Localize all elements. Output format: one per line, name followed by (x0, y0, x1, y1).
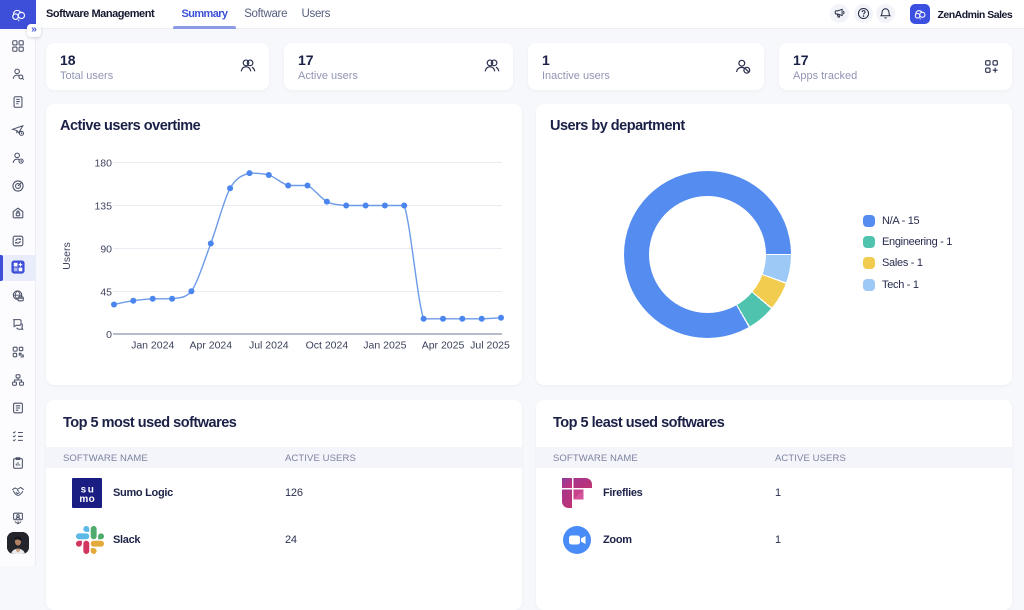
svg-text:Users: Users (61, 242, 73, 269)
svg-text:0: 0 (106, 329, 112, 341)
svg-text:Oct 2024: Oct 2024 (306, 340, 349, 352)
svg-text:Jul 2024: Jul 2024 (249, 340, 289, 352)
svg-text:Apr 2024: Apr 2024 (189, 340, 232, 352)
svg-text:mo: mo (79, 494, 95, 505)
svg-text:45: 45 (100, 287, 112, 299)
svg-text:Apr 2025: Apr 2025 (422, 340, 465, 352)
svg-text:Jan 2024: Jan 2024 (131, 340, 174, 352)
svg-text:Jul 2025: Jul 2025 (470, 340, 510, 352)
svg-text:90: 90 (100, 244, 112, 256)
svg-text:135: 135 (94, 201, 112, 213)
svg-text:180: 180 (94, 158, 112, 170)
svg-text:Jan 2025: Jan 2025 (363, 340, 406, 352)
